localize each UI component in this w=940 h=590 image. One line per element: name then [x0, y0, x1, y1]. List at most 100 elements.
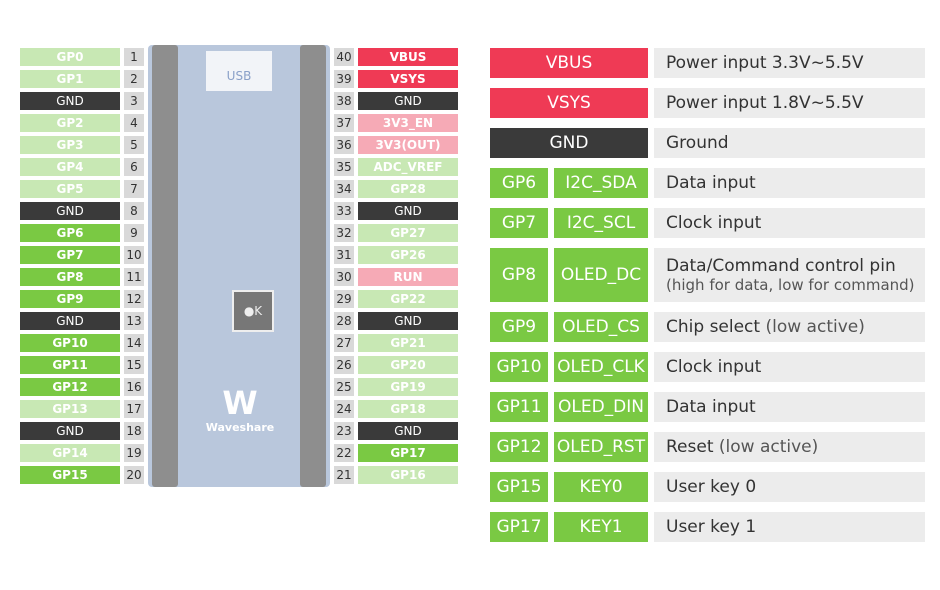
- waveshare-logo: W Waveshare: [190, 385, 290, 434]
- pin-label: GP15: [20, 466, 120, 484]
- pin-number: 40: [334, 48, 354, 66]
- function-cell: OLED_RST: [554, 432, 648, 462]
- function-cell: KEY1: [554, 512, 648, 542]
- pin-label: GP2: [20, 114, 120, 132]
- description-cell: Power input 1.8V~5.5V: [654, 88, 925, 118]
- pin-label: GP11: [20, 356, 120, 374]
- pin-cell: GP11: [490, 392, 548, 422]
- table-row: GP17 KEY1 User key 1: [490, 512, 925, 542]
- pin-cell: VSYS: [490, 88, 648, 118]
- pin-label: GP20: [358, 356, 458, 374]
- pin-number: 2: [124, 70, 144, 88]
- pin-number: 16: [124, 378, 144, 396]
- right-pin-header: [300, 45, 326, 487]
- table-row: GP6 I2C_SDA Data input: [490, 168, 925, 198]
- logo-mark: W: [222, 384, 258, 422]
- description-text: Ground: [666, 133, 729, 153]
- pin-number: 39: [334, 70, 354, 88]
- pin-number: 27: [334, 334, 354, 352]
- pin-cell: GP17: [490, 512, 548, 542]
- pin-number: 23: [334, 422, 354, 440]
- description-cell: Data input: [654, 392, 925, 422]
- pin-label: GP7: [20, 246, 120, 264]
- pin-number: 17: [124, 400, 144, 418]
- description-text: User key 0: [666, 477, 757, 497]
- pin-number: 15: [124, 356, 144, 374]
- pin-number: 5: [124, 136, 144, 154]
- table-row: GP15 KEY0 User key 0: [490, 472, 925, 502]
- pin-number: 29: [334, 290, 354, 308]
- pin-label: GP22: [358, 290, 458, 308]
- pin-label: GP27: [358, 224, 458, 242]
- pin-label: GP13: [20, 400, 120, 418]
- description-cell: Reset (low active): [654, 432, 925, 462]
- pin-label: GND: [20, 202, 120, 220]
- description-text: Data/Command control pin: [666, 256, 896, 276]
- left-pin-header: [152, 45, 178, 487]
- function-cell: OLED_CLK: [554, 352, 648, 382]
- pin-number: 11: [124, 268, 144, 286]
- description-cell: User key 0: [654, 472, 925, 502]
- description-note: (low active): [765, 317, 865, 337]
- pin-label: GND: [358, 92, 458, 110]
- pin-number: 37: [334, 114, 354, 132]
- pin-number: 20: [124, 466, 144, 484]
- description-cell: User key 1: [654, 512, 925, 542]
- pin-cell: GP8: [490, 248, 548, 302]
- description-note: (low active): [718, 437, 819, 457]
- pin-label: GP9: [20, 290, 120, 308]
- function-cell: OLED_CS: [554, 312, 648, 342]
- pin-label: GND: [20, 422, 120, 440]
- pin-label: GND: [20, 92, 120, 110]
- function-cell: KEY0: [554, 472, 648, 502]
- pin-number: 13: [124, 312, 144, 330]
- pin-number: 28: [334, 312, 354, 330]
- brand-text: Waveshare: [205, 421, 275, 434]
- pin-label: GP21: [358, 334, 458, 352]
- pin-number: 25: [334, 378, 354, 396]
- pin-number: 34: [334, 180, 354, 198]
- description-cell: Data input: [654, 168, 925, 198]
- pin-number: 19: [124, 444, 144, 462]
- pin-number: 21: [334, 466, 354, 484]
- usb-connector: USB: [206, 51, 272, 91]
- pin-label: GND: [358, 422, 458, 440]
- pin-cell: GP9: [490, 312, 548, 342]
- description-note: (high for data, low for command): [666, 276, 915, 294]
- pin-label: GP26: [358, 246, 458, 264]
- description-text: Data input: [666, 173, 756, 193]
- pin-label: GP17: [358, 444, 458, 462]
- table-row: VSYS Power input 1.8V~5.5V: [490, 88, 925, 118]
- pin-number: 7: [124, 180, 144, 198]
- description-cell: Clock input: [654, 352, 925, 382]
- pin-number: 3: [124, 92, 144, 110]
- pin-number: 4: [124, 114, 144, 132]
- description-cell: Power input 3.3V~5.5V: [654, 48, 925, 78]
- table-row: GP7 I2C_SCL Clock input: [490, 208, 925, 238]
- pin-label: GP12: [20, 378, 120, 396]
- pin-number: 38: [334, 92, 354, 110]
- pin-number: 1: [124, 48, 144, 66]
- pin-number: 36: [334, 136, 354, 154]
- pin-label: GND: [358, 202, 458, 220]
- pin-label: GP10: [20, 334, 120, 352]
- function-cell: I2C_SCL: [554, 208, 648, 238]
- pin-label: GP8: [20, 268, 120, 286]
- pin-label: GP28: [358, 180, 458, 198]
- pin-cell: GP10: [490, 352, 548, 382]
- table-row: GP9 OLED_CS Chip select (low active): [490, 312, 925, 342]
- description-text: Data input: [666, 397, 756, 417]
- pin-number: 18: [124, 422, 144, 440]
- pin-label: GP16: [358, 466, 458, 484]
- table-row: GP8 OLED_DC Data/Command control pin (high …: [490, 248, 925, 302]
- pin-number: 6: [124, 158, 144, 176]
- pin-label: GP5: [20, 180, 120, 198]
- description-line: Reset (low active): [666, 437, 925, 457]
- table-row: GP12 OLED_RST Reset (low active): [490, 432, 925, 462]
- pin-label: VSYS: [358, 70, 458, 88]
- description-cell: Clock input: [654, 208, 925, 238]
- function-cell: OLED_DC: [554, 248, 648, 302]
- pin-label: GP6: [20, 224, 120, 242]
- pin-number: 22: [334, 444, 354, 462]
- description-text: User key 1: [666, 517, 757, 537]
